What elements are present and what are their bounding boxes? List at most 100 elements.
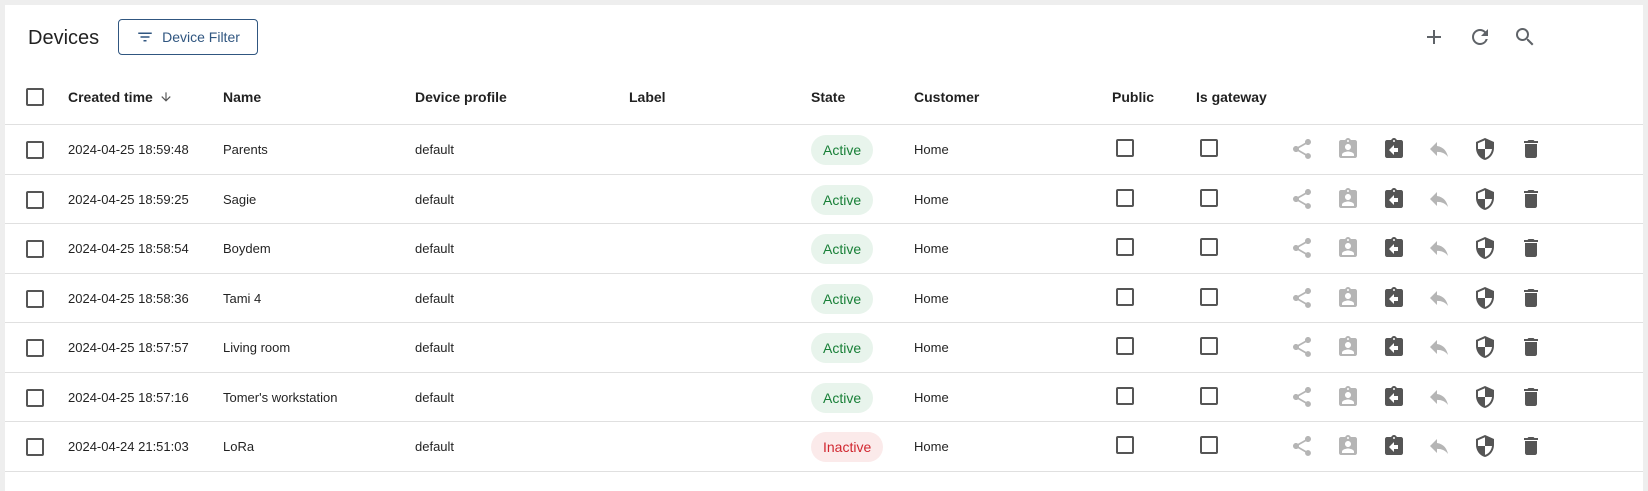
row-select-checkbox[interactable]	[26, 190, 44, 209]
filter-icon	[138, 32, 152, 42]
unassign-from-customer-icon[interactable]	[1382, 187, 1406, 211]
reply-icon[interactable]	[1427, 187, 1451, 211]
is-gateway-checkbox[interactable]	[1200, 287, 1218, 306]
delete-icon[interactable]	[1519, 434, 1543, 458]
manage-credentials-icon[interactable]	[1473, 335, 1497, 359]
public-checkbox[interactable]	[1116, 238, 1134, 256]
public-checkbox[interactable]	[1116, 436, 1134, 454]
column-is-gateway[interactable]: Is gateway	[1196, 89, 1267, 105]
refresh-icon[interactable]	[1468, 25, 1492, 49]
delete-icon[interactable]	[1519, 385, 1543, 409]
cell-name: Sagie	[223, 191, 257, 207]
toolbar: Devices Device Filter	[5, 5, 1643, 69]
unassign-from-customer-icon[interactable]	[1382, 335, 1406, 359]
share-icon[interactable]	[1290, 434, 1314, 458]
cell-name: LoRa	[223, 439, 255, 454]
manage-credentials-icon[interactable]	[1473, 286, 1497, 310]
delete-icon[interactable]	[1519, 236, 1543, 260]
column-state[interactable]: State	[811, 89, 845, 105]
row-select-checkbox[interactable]	[26, 388, 44, 407]
is-gateway-checkbox[interactable]	[1200, 139, 1218, 157]
assign-to-customer-icon[interactable]	[1336, 187, 1360, 211]
row-select-checkbox[interactable]	[26, 141, 44, 159]
column-customer[interactable]: Customer	[914, 89, 979, 105]
cell-device-profile: default	[415, 389, 455, 405]
share-icon[interactable]	[1290, 187, 1314, 211]
row-select-checkbox[interactable]	[26, 438, 44, 456]
cell-name: Boydem	[223, 241, 271, 256]
add-icon[interactable]	[1422, 25, 1446, 49]
device-filter-button[interactable]: Device Filter	[118, 19, 258, 55]
public-checkbox[interactable]	[1116, 287, 1134, 306]
row-select-checkbox[interactable]	[26, 339, 44, 357]
manage-credentials-icon[interactable]	[1473, 385, 1497, 409]
cell-name: Tomer's workstation	[223, 389, 338, 405]
delete-icon[interactable]	[1519, 187, 1543, 211]
is-gateway-checkbox[interactable]	[1200, 436, 1218, 454]
sort-arrow-down-icon	[161, 92, 171, 102]
reply-icon[interactable]	[1427, 286, 1451, 310]
cell-customer: Home	[914, 241, 949, 256]
column-created-time-label: Created time	[68, 89, 153, 105]
assign-to-customer-icon[interactable]	[1336, 286, 1360, 310]
manage-credentials-icon[interactable]	[1473, 187, 1497, 211]
assign-to-customer-icon[interactable]	[1336, 236, 1360, 260]
column-name[interactable]: Name	[223, 89, 261, 105]
assign-to-customer-icon[interactable]	[1336, 335, 1360, 359]
reply-icon[interactable]	[1427, 434, 1451, 458]
unassign-from-customer-icon[interactable]	[1382, 236, 1406, 260]
cell-customer: Home	[914, 191, 949, 207]
share-icon[interactable]	[1290, 236, 1314, 260]
cell-created-time: 2024-04-25 18:59:48	[68, 142, 189, 157]
share-icon[interactable]	[1290, 137, 1314, 161]
unassign-from-customer-icon[interactable]	[1382, 286, 1406, 310]
column-label[interactable]: Label	[629, 89, 666, 105]
table-row[interactable]: 2024-04-25 18:59:25 Sagie default Active Hom…	[5, 175, 1643, 224]
reply-icon[interactable]	[1427, 335, 1451, 359]
delete-icon[interactable]	[1519, 137, 1543, 161]
cell-device-profile: default	[415, 439, 455, 454]
is-gateway-checkbox[interactable]	[1200, 337, 1218, 355]
public-checkbox[interactable]	[1116, 188, 1134, 207]
manage-credentials-icon[interactable]	[1473, 434, 1497, 458]
status-badge: Active	[811, 234, 874, 264]
select-all-checkbox[interactable]	[26, 88, 44, 106]
table-row[interactable]: 2024-04-24 21:51:03 LoRa default Inactive Ho…	[5, 422, 1643, 472]
public-checkbox[interactable]	[1116, 139, 1134, 157]
delete-icon[interactable]	[1519, 335, 1543, 359]
row-select-checkbox[interactable]	[26, 240, 44, 258]
status-badge: Active	[811, 382, 874, 413]
cell-device-profile: default	[415, 290, 455, 306]
table-row[interactable]: 2024-04-25 18:58:36 Tami 4 default Active Ho…	[5, 274, 1643, 323]
reply-icon[interactable]	[1427, 385, 1451, 409]
reply-icon[interactable]	[1427, 236, 1451, 260]
assign-to-customer-icon[interactable]	[1336, 434, 1360, 458]
manage-credentials-icon[interactable]	[1473, 137, 1497, 161]
row-select-checkbox[interactable]	[26, 289, 44, 308]
column-device-profile[interactable]: Device profile	[415, 89, 507, 105]
public-checkbox[interactable]	[1116, 337, 1134, 355]
cell-created-time: 2024-04-25 18:58:36	[68, 290, 189, 306]
public-checkbox[interactable]	[1116, 386, 1134, 405]
unassign-from-customer-icon[interactable]	[1382, 434, 1406, 458]
share-icon[interactable]	[1290, 335, 1314, 359]
share-icon[interactable]	[1290, 286, 1314, 310]
is-gateway-checkbox[interactable]	[1200, 188, 1218, 207]
unassign-from-customer-icon[interactable]	[1382, 137, 1406, 161]
is-gateway-checkbox[interactable]	[1200, 386, 1218, 405]
reply-icon[interactable]	[1427, 137, 1451, 161]
table-row[interactable]: 2024-04-25 18:57:16 Tomer's workstation de…	[5, 373, 1643, 422]
unassign-from-customer-icon[interactable]	[1382, 385, 1406, 409]
share-icon[interactable]	[1290, 385, 1314, 409]
is-gateway-checkbox[interactable]	[1200, 238, 1218, 256]
assign-to-customer-icon[interactable]	[1336, 137, 1360, 161]
search-icon[interactable]	[1513, 25, 1537, 49]
assign-to-customer-icon[interactable]	[1336, 385, 1360, 409]
column-created-time[interactable]: Created time	[68, 89, 173, 105]
column-public[interactable]: Public	[1112, 89, 1154, 105]
table-row[interactable]: 2024-04-25 18:57:57 Living room default Act…	[5, 323, 1643, 373]
delete-icon[interactable]	[1519, 286, 1543, 310]
table-row[interactable]: 2024-04-25 18:59:48 Parents default Active H…	[5, 125, 1643, 175]
table-row[interactable]: 2024-04-25 18:58:54 Boydem default Active Ho…	[5, 224, 1643, 274]
manage-credentials-icon[interactable]	[1473, 236, 1497, 260]
